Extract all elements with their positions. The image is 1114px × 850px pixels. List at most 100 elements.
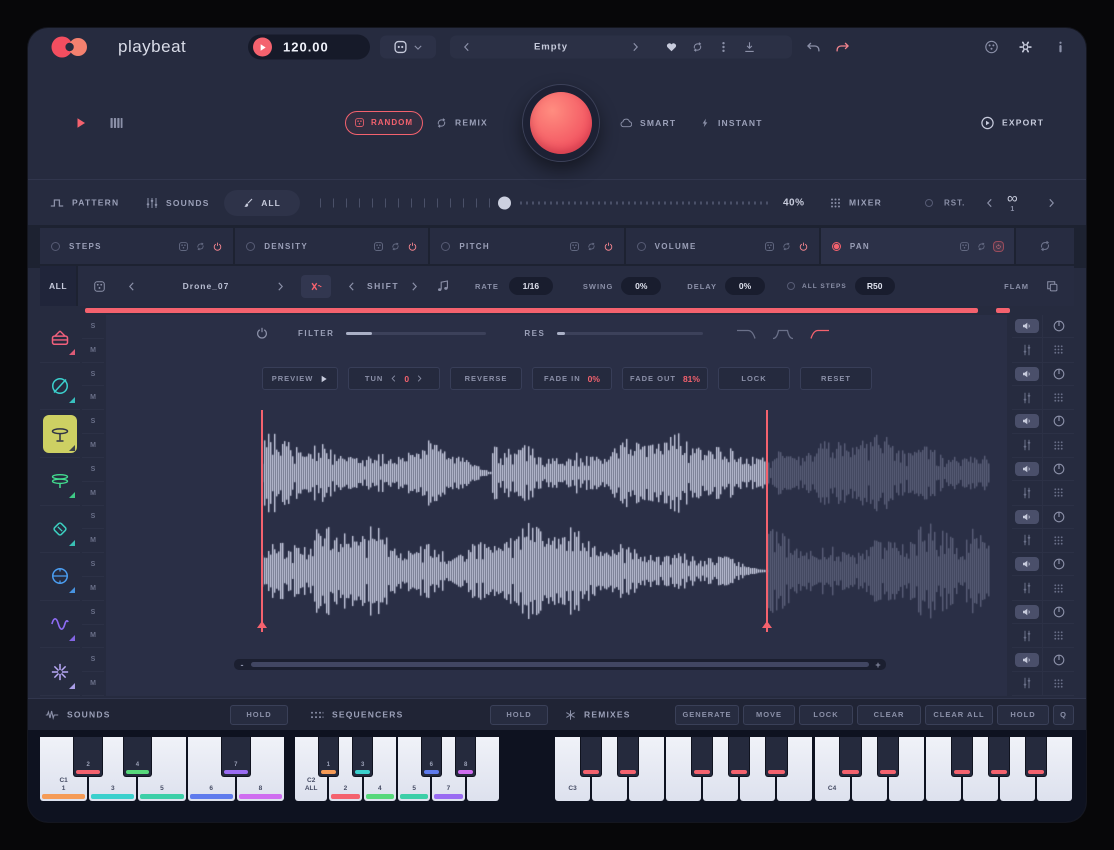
random-button[interactable]: RANDOM <box>345 111 423 135</box>
filter-power-icon[interactable] <box>256 327 268 339</box>
reset-indicator[interactable] <box>925 199 933 207</box>
shift-right-icon[interactable] <box>410 282 419 291</box>
tab-radio[interactable] <box>51 242 60 251</box>
lock-sample-button[interactable]: LOCK <box>718 367 790 390</box>
lock-remix-button[interactable]: LOCK <box>799 705 853 725</box>
track-output-button[interactable] <box>1015 653 1039 667</box>
flam-button[interactable]: FLAM <box>1004 282 1029 291</box>
track-pan-knob[interactable] <box>1053 558 1065 570</box>
res-slider[interactable] <box>557 332 703 335</box>
solo-button[interactable]: S <box>82 506 104 530</box>
copy-icon[interactable] <box>1047 281 1058 292</box>
favorite-icon[interactable] <box>666 42 677 53</box>
power-icon[interactable] <box>799 242 808 251</box>
refresh-all-button[interactable] <box>1016 228 1074 264</box>
track-grid-icon[interactable] <box>1053 535 1064 546</box>
track-icon-hihat-open[interactable] <box>43 462 77 500</box>
preset-loop-icon[interactable] <box>692 42 703 53</box>
track-fader-icon[interactable] <box>1021 630 1033 642</box>
sounds-view-button[interactable]: SOUNDS <box>146 197 210 209</box>
swing-value[interactable]: 0% <box>621 277 661 295</box>
black-key[interactable] <box>580 737 602 777</box>
track-fader-icon[interactable] <box>1021 582 1033 594</box>
tab-pitch[interactable]: PITCH <box>430 228 623 264</box>
rate-value[interactable]: 1/16 <box>509 277 553 295</box>
black-key[interactable]: 3 <box>352 737 373 777</box>
power-icon[interactable] <box>213 242 222 251</box>
move-remix-button[interactable]: MOVE <box>743 705 795 725</box>
transport-play-icon[interactable] <box>75 117 87 129</box>
track-icon-hihat-closed[interactable] <box>43 415 77 453</box>
black-key[interactable]: 7 <box>221 737 251 777</box>
black-key[interactable]: 6 <box>421 737 442 777</box>
dice-icon[interactable] <box>570 242 579 251</box>
track-fader-icon[interactable] <box>1021 487 1033 499</box>
bandpass-icon[interactable] <box>772 327 794 340</box>
pattern-view-button[interactable]: PATTERN <box>50 197 119 208</box>
big-randomize-button-face[interactable] <box>530 92 592 154</box>
tab-pan[interactable]: PAN <box>821 228 1014 264</box>
sample-dice-icon[interactable] <box>94 281 105 292</box>
lowpass-icon[interactable] <box>736 327 758 340</box>
track-fader-icon[interactable] <box>1021 534 1033 546</box>
mute-button[interactable]: M <box>82 386 104 409</box>
power-icon[interactable] <box>604 242 613 251</box>
tab-density[interactable]: DENSITY <box>235 228 428 264</box>
track-grid-icon[interactable] <box>1053 487 1064 498</box>
solo-button[interactable]: S <box>82 601 104 625</box>
track-icon-tom[interactable] <box>43 557 77 595</box>
preset-menu-icon[interactable] <box>718 42 729 53</box>
black-key[interactable] <box>877 737 899 777</box>
track-pan-knob[interactable] <box>1053 654 1065 666</box>
bpm-value[interactable]: 120.00 <box>283 40 329 55</box>
black-key[interactable] <box>691 737 713 777</box>
preset-save-icon[interactable] <box>744 42 755 53</box>
clear-all-button[interactable]: CLEAR ALL <box>925 705 993 725</box>
page-next-icon[interactable] <box>1047 198 1056 207</box>
mixer-button[interactable]: MIXER <box>830 197 882 208</box>
loop-icon[interactable] <box>782 242 791 251</box>
track-output-button[interactable] <box>1015 367 1039 381</box>
playback-range-bar[interactable] <box>85 308 1010 313</box>
track-pan-knob[interactable] <box>1053 368 1065 380</box>
shift-left-icon[interactable] <box>347 282 356 291</box>
loop-icon[interactable] <box>587 242 596 251</box>
pattern-length-control[interactable]: ∞ 1 <box>1007 193 1018 213</box>
track-fader-icon[interactable] <box>1021 439 1033 451</box>
sample-name[interactable]: Drone_07 <box>136 281 276 291</box>
hold-sounds-button[interactable]: HOLD <box>230 705 288 725</box>
solo-button[interactable]: S <box>82 648 104 672</box>
end-marker-handle[interactable] <box>762 621 772 628</box>
preset-name[interactable]: Empty <box>471 42 631 53</box>
fade-in-control[interactable]: FADE IN 0% <box>532 367 612 390</box>
track-output-button[interactable] <box>1015 319 1039 333</box>
track-grid-icon[interactable] <box>1053 392 1064 403</box>
range-segment[interactable] <box>85 308 978 313</box>
tab-volume[interactable]: VOLUME <box>626 228 819 264</box>
track-fader-icon[interactable] <box>1021 392 1033 404</box>
solo-button[interactable]: S <box>82 315 104 339</box>
big-randomize-button[interactable] <box>522 84 600 162</box>
track-icon-wave[interactable] <box>43 605 77 643</box>
range-segment-end[interactable] <box>996 308 1010 313</box>
track-output-button[interactable] <box>1015 510 1039 524</box>
instant-button[interactable]: INSTANT <box>700 118 763 128</box>
remix-button[interactable]: REMIX <box>436 117 488 128</box>
dice-icon[interactable] <box>960 242 969 251</box>
filter-slider[interactable] <box>346 332 486 335</box>
black-key[interactable] <box>765 737 787 777</box>
generate-remix-button[interactable]: GENERATE <box>675 705 739 725</box>
black-key[interactable]: 1 <box>318 737 339 777</box>
piano-roll-icon[interactable] <box>110 116 123 129</box>
info-icon[interactable] <box>1058 41 1063 53</box>
black-key[interactable]: 8 <box>455 737 476 777</box>
loop-icon[interactable] <box>391 242 400 251</box>
black-key[interactable] <box>728 737 750 777</box>
track-output-button[interactable] <box>1015 462 1039 476</box>
note-icon[interactable] <box>437 280 449 292</box>
reverse-button[interactable]: REVERSE <box>450 367 522 390</box>
tab-radio[interactable] <box>441 242 450 251</box>
track-pan-knob[interactable] <box>1053 511 1065 523</box>
select-all-tracks-button[interactable]: ALL <box>40 266 78 306</box>
black-key[interactable]: 2 <box>73 737 103 777</box>
